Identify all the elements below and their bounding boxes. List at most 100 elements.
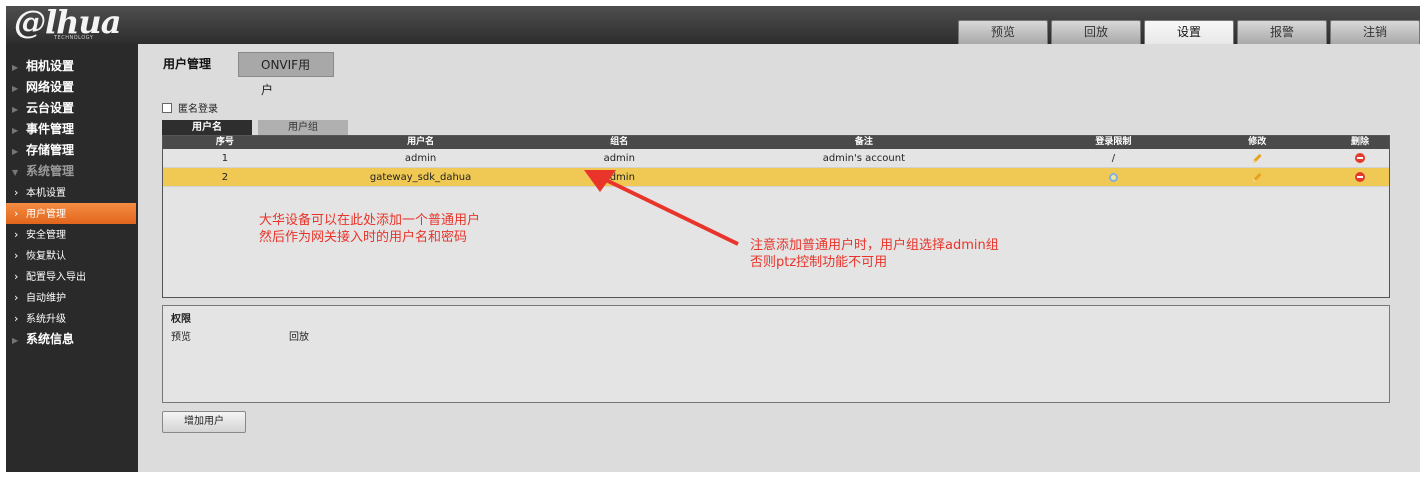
cell-login-limit [1044,168,1184,186]
sidebar-sub-local[interactable]: › 本机设置 [6,182,136,203]
anonymous-login-checkbox[interactable] [162,102,172,113]
cell-delete [1331,149,1389,167]
caret-right-icon: ▶ [12,63,19,72]
sub-item-label: 配置导入导出 [26,272,86,283]
sidebar-item-camera[interactable]: ▶ 相机设置 [6,56,136,77]
cell-delete [1331,168,1389,186]
annotation-line: 大华设备可以在此处添加一个普通用户 [259,213,481,228]
sidebar-sub-import-export[interactable]: › 配置导入导出 [6,266,136,287]
cell-note: admin's account [822,153,905,164]
user-subtabs: 用户名 用户组 [162,120,348,135]
sidebar-item-label: 网络设置 [26,80,75,94]
caret-right-icon: ▶ [12,147,19,156]
tab-playback[interactable]: 回放 [1051,20,1141,44]
col-header-login-limit: 登录限制 [1095,137,1132,147]
col-header-username: 用户名 [407,137,435,147]
permissions-box: 权限 预览 回放 [162,305,1390,403]
cell-username: gateway_sdk_dahua [369,172,472,183]
table-header: 序号 用户名 组名 备注 登录限制 修改 删除 [163,136,1389,149]
permission-item: 回放 [289,332,309,343]
annotation-line: 然后作为网关接入时的用户名和密码 [259,230,468,245]
cell-modify [1183,168,1331,186]
magnifier-icon[interactable] [1108,172,1118,182]
chevron-right-icon: › [14,312,19,325]
sidebar-item-sysinfo[interactable]: ▶ 系统信息 [6,329,136,350]
caret-right-icon: ▶ [12,126,19,135]
sidebar-item-label: 存储管理 [26,143,75,157]
sidebar-sub-restore[interactable]: › 恢复默认 [6,245,136,266]
sub-item-label: 用户管理 [26,209,66,220]
tab-settings[interactable]: 设置 [1144,20,1234,44]
chevron-right-icon: › [14,249,19,262]
sidebar-item-network[interactable]: ▶ 网络设置 [6,77,136,98]
col-header-no: 序号 [215,137,234,147]
subtab-username[interactable]: 用户名 [162,120,252,135]
sidebar-sub-user-mgmt[interactable]: › 用户管理 [6,203,136,224]
col-header-delete: 删除 [1351,137,1370,147]
annotation-line: 注意添加普通用户时，用户组选择admin组 [750,238,999,253]
tab-preview[interactable]: 预览 [958,20,1048,44]
sidebar-item-label: 相机设置 [26,59,75,73]
permission-item: 预览 [171,332,191,343]
delete-icon[interactable] [1355,153,1366,163]
sidebar-item-label: 系统信息 [26,332,75,346]
caret-down-icon: ▼ [12,168,19,177]
sidebar-sub-security[interactable]: › 安全管理 [6,224,136,245]
annotation-line: 否则ptz控制功能不可用 [750,255,888,270]
annotation-note-left: 大华设备可以在此处添加一个普通用户 然后作为网关接入时的用户名和密码 [259,212,480,246]
sidebar: ▶ 相机设置 ▶ 网络设置 ▶ 云台设置 ▶ 事件管理 ▶ 存储管理 ▼ 系统管理 › 本机设… [6,44,136,472]
edit-pencil-icon[interactable] [1252,172,1262,182]
app-window: @lhua TECHNOLOGY 预览 回放 设置 报警 注销 ▶ 相机设置 ▶ 网… [6,3,1420,472]
caret-right-icon: ▶ [12,336,19,345]
cell-no: 1 [221,153,229,164]
sidebar-item-system[interactable]: ▼ 系统管理 [6,161,136,182]
sub-item-label: 自动维护 [26,293,66,304]
tab-logout[interactable]: 注销 [1330,20,1420,44]
page-tabs: 用户管理 ONVIF用户 [146,52,334,97]
sidebar-item-label: 云台设置 [26,101,75,115]
sub-item-label: 安全管理 [26,230,66,241]
col-header-note: 备注 [854,137,873,147]
sidebar-item-storage[interactable]: ▶ 存储管理 [6,140,136,161]
caret-right-icon: ▶ [12,84,19,93]
chevron-right-icon: › [14,186,19,199]
cell-group: admin [603,172,635,183]
col-header-modify: 修改 [1248,137,1267,147]
sidebar-item-event[interactable]: ▶ 事件管理 [6,119,136,140]
table-row[interactable]: 1 admin admin admin's account / [163,149,1389,168]
cell-modify [1183,149,1331,167]
anonymous-login: 匿名登录 [162,100,218,115]
sub-item-label: 本机设置 [26,188,66,199]
chevron-right-icon: › [14,270,19,283]
annotation-note-right: 注意添加普通用户时，用户组选择admin组 否则ptz控制功能不可用 [750,237,999,271]
chevron-right-icon: › [14,291,19,304]
anonymous-login-label: 匿名登录 [178,104,218,115]
top-header: @lhua TECHNOLOGY 预览 回放 设置 报警 注销 [6,3,1420,44]
edit-pencil-icon[interactable] [1252,153,1262,163]
main-nav: 预览 回放 设置 报警 注销 [955,20,1420,44]
cell-username: admin [404,153,437,164]
permissions-title: 权限 [171,314,191,325]
sub-item-label: 恢复默认 [26,251,66,262]
tab-alarm[interactable]: 报警 [1237,20,1327,44]
sidebar-sub-upgrade[interactable]: › 系统升级 [6,308,136,329]
caret-right-icon: ▶ [12,105,19,114]
sidebar-item-label: 系统管理 [26,164,75,178]
sidebar-item-ptz[interactable]: ▶ 云台设置 [6,98,136,119]
cell-group: admin [603,153,635,164]
chevron-right-icon: › [14,228,19,241]
sidebar-sub-auto-maintain[interactable]: › 自动维护 [6,287,136,308]
table-row-selected[interactable]: 2 gateway_sdk_dahua admin [163,168,1389,187]
sub-item-label: 系统升级 [26,314,66,325]
logo-subtitle: TECHNOLOGY [54,35,94,41]
col-header-group: 组名 [610,137,629,147]
tab-onvif-users[interactable]: ONVIF用户 [238,52,334,97]
tab-user-management[interactable]: 用户管理 [146,52,234,77]
delete-icon[interactable] [1355,172,1366,182]
add-user-button[interactable]: 增加用户 [162,411,246,433]
cell-note [684,168,1043,186]
cell-no: 2 [221,172,229,183]
chevron-right-icon: › [14,207,19,220]
subtab-user-group[interactable]: 用户组 [258,120,348,135]
cell-login-limit: / [1111,153,1116,164]
